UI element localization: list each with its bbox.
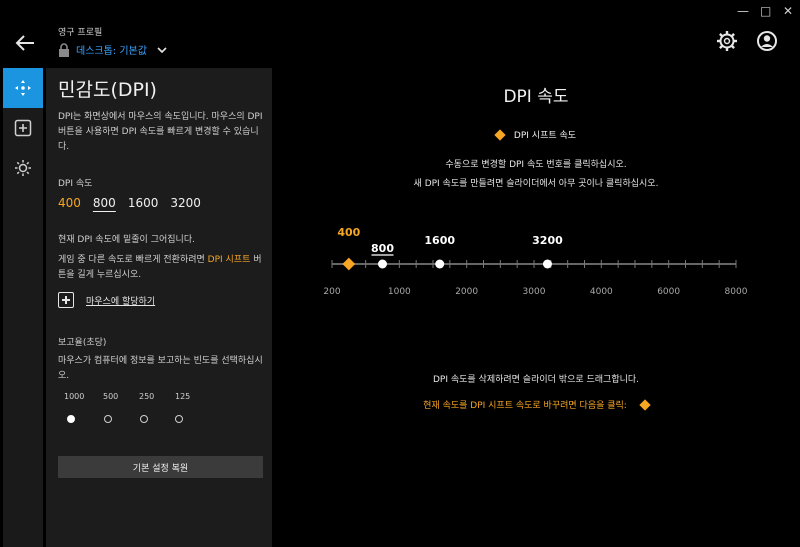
report-rate-label: 보고율(초당) [58, 338, 107, 348]
minimize-button[interactable]: — [737, 4, 749, 18]
scale-label: 6000 [657, 287, 680, 297]
plus-icon [58, 292, 74, 308]
report-rate-option-label: 250 [139, 392, 155, 401]
scale-label: 1000 [388, 287, 411, 297]
set-shift-note: 현재 속도를 DPI 시프트 속도로 바꾸려면 다음을 클릭: [423, 401, 627, 411]
dpi-move-icon [15, 80, 31, 96]
assign-label: 마우스에 할당하기 [86, 296, 156, 307]
rail-dpi-button[interactable] [3, 68, 43, 108]
dpi-shift-point[interactable] [342, 257, 356, 271]
dpi-point-label: 800 [371, 242, 394, 255]
dpi-values: 400 800 1600 3200 [58, 196, 213, 210]
chevron-down-icon[interactable] [157, 46, 167, 54]
dpi-value-current[interactable]: 800 [93, 196, 116, 210]
profile-selector[interactable]: 데스크톱: 기본값 [58, 42, 167, 57]
maximize-button[interactable]: □ [760, 4, 771, 18]
report-rate-radio-500[interactable] [104, 415, 112, 423]
report-rate-option-label: 125 [175, 392, 191, 401]
lock-icon [59, 42, 69, 57]
scale-label: 2000 [455, 287, 478, 297]
lighting-icon [15, 160, 31, 176]
dpi-point[interactable] [542, 259, 552, 269]
rail-assign-button[interactable] [3, 108, 43, 148]
set-shift-diamond-button[interactable] [639, 398, 651, 411]
dpi-value[interactable]: 1600 [128, 196, 159, 210]
scale-label: 4000 [590, 287, 613, 297]
close-button[interactable]: ✕ [783, 4, 793, 18]
panel-description: DPI는 화면상에서 마우스의 속도입니다. 마우스의 DPI 버튼을 사용하면… [58, 112, 263, 152]
instruction-line-1: 수동으로 변경할 DPI 속도 번호를 클릭하십시오. [445, 160, 627, 170]
dpi-point[interactable] [378, 259, 387, 269]
dpi-point[interactable] [435, 259, 445, 269]
panel-title: 민감도(DPI) [58, 79, 157, 101]
main-title: DPI 속도 [503, 87, 569, 107]
dpi-value[interactable]: 3200 [170, 196, 201, 210]
report-rate-option-label: 1000 [64, 392, 85, 401]
restore-defaults-button[interactable]: 기본 설정 복원 [58, 456, 263, 478]
dpi-point-label: 3200 [532, 234, 563, 247]
set-shift-row: 현재 속도를 DPI 시프트 속도로 바꾸려면 다음을 클릭: [272, 398, 800, 411]
dpi-shift-legend: DPI 시프트 속도 [272, 128, 800, 141]
dpi-point-label: 1600 [424, 234, 455, 247]
profile-value: 데스크톱: 기본값 [76, 46, 147, 57]
back-arrow-icon[interactable] [12, 30, 38, 56]
scale-label: 3000 [523, 287, 546, 297]
report-rate-radio-125[interactable] [175, 415, 183, 423]
current-speed-note: 현재 DPI 속도에 밑줄이 그어집니다. [58, 235, 195, 245]
dpi-point-label: 400 [337, 226, 360, 239]
scale-label: 200 [323, 287, 340, 297]
dpi-slider[interactable]: 200 1000 2000 3000 4000 6000 8000 400 800 1600 320… [320, 220, 760, 310]
scale-label: 8000 [725, 287, 748, 297]
account-icon[interactable] [756, 30, 778, 52]
report-rate-radio-1000[interactable] [67, 415, 75, 423]
dpi-shift-diamond-icon [494, 128, 506, 141]
dpi-shift-link[interactable]: DPI 시프트 [208, 255, 251, 265]
shift-note: 게임 중 다른 속도로 빠르게 전환하려면 DPI 시프트 버튼을 길게 누르십… [58, 255, 262, 280]
report-rate-radio-250[interactable] [140, 415, 148, 423]
instruction-line-2: 새 DPI 속도를 만들려면 슬라이더에서 아무 곳이나 클릭하십시오. [413, 179, 659, 189]
profile-label: 영구 프로필 [58, 28, 103, 38]
delete-note: DPI 속도를 삭제하려면 슬라이더 밖으로 드래그합니다. [432, 375, 640, 385]
report-rate-description: 마우스가 컴퓨터에 정보를 보고하는 빈도를 선택하십시오. [58, 356, 263, 381]
dpi-value[interactable]: 400 [58, 196, 81, 210]
assign-to-mouse-button[interactable]: 마우스에 할당하기 [58, 292, 155, 308]
rail-lighting-button[interactable] [3, 148, 43, 188]
dpi-speed-label: DPI 속도 [58, 179, 93, 189]
report-rate-option-label: 500 [103, 392, 119, 401]
assign-plus-icon [14, 119, 32, 137]
gear-icon[interactable] [716, 30, 738, 52]
